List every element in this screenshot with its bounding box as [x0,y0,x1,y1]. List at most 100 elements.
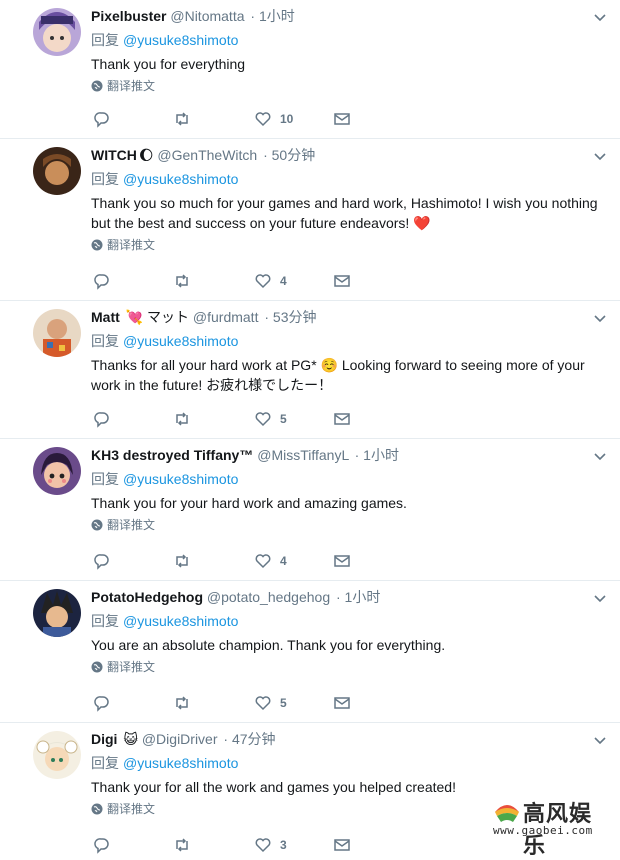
reply-label: 回复 [91,32,119,48]
mention-link[interactable]: @yusuke8shimoto [123,333,238,349]
retweet-button[interactable] [173,551,191,571]
reply-icon [94,838,109,854]
avatar[interactable] [33,447,81,495]
reply-button[interactable] [93,409,111,429]
reply-label: 回复 [91,471,119,487]
message-button[interactable] [333,693,351,713]
timestamp[interactable]: · 1小时 [250,8,294,24]
like-button[interactable]: 10 [254,109,293,129]
mention-link[interactable]: @yusuke8shimoto [123,471,238,487]
avatar[interactable] [33,731,81,779]
user-handle[interactable]: @furdmatt [193,309,259,325]
reply-button[interactable] [93,551,111,571]
reply-label: 回复 [91,755,119,771]
display-name[interactable]: PotatoHedgehog [91,589,203,605]
user-handle[interactable]: @DigiDriver [142,731,218,747]
tweet-3[interactable]: Matt 💘 マット @furdmatt · 53分钟 回复 @yusuke8sh… [0,301,620,439]
tweet-text: Thank you so much for your games and har… [91,195,598,231]
tweet-header: Pixelbuster @Nitomatta · 1小时 [91,6,600,26]
like-count: 5 [280,412,287,426]
chevron-down-icon[interactable] [593,10,607,24]
reply-button[interactable] [93,271,111,291]
user-handle[interactable]: @GenTheWitch [157,147,257,163]
globe-icon [91,239,103,251]
tweet-1[interactable]: Pixelbuster @Nitomatta · 1小时 回复 @yusuke8s… [0,0,620,139]
message-button[interactable] [333,271,351,291]
like-button[interactable]: 5 [254,409,287,429]
retweet-button[interactable] [173,271,191,291]
envelope-icon [334,275,350,287]
tweet-5[interactable]: PotatoHedgehog @potato_hedgehog · 1小时 回复… [0,581,620,723]
mention-link[interactable]: @yusuke8shimoto [123,755,238,771]
translate-tweet-link[interactable]: 翻译推文 [91,78,600,94]
message-button[interactable] [333,835,351,855]
reply-button[interactable] [93,835,111,855]
chevron-down-icon[interactable] [593,733,607,747]
timestamp[interactable]: · 53分钟 [264,309,316,325]
retweet-icon [176,696,188,710]
display-name[interactable]: Pixelbuster [91,8,166,24]
chevron-down-icon[interactable] [593,149,607,163]
timestamp[interactable]: · 50分钟 [263,147,315,163]
avatar[interactable] [33,147,81,195]
reply-icon [94,554,109,570]
envelope-icon [334,697,350,709]
reply-to: 回复 @yusuke8shimoto [91,169,600,189]
display-name[interactable]: KH3 destroyed Tiffany™ [91,447,253,463]
translate-tweet-link[interactable]: 翻译推文 [91,517,600,533]
reply-label: 回复 [91,171,119,187]
mention-link[interactable]: @yusuke8shimoto [123,32,238,48]
avatar[interactable] [33,309,81,357]
retweet-icon [176,112,188,126]
tweet-text: Thank you for your hard work and amazing… [91,495,407,511]
user-handle[interactable]: @potato_hedgehog [207,589,330,605]
avatar-image [33,147,81,195]
display-name[interactable]: Digi [91,731,117,747]
reply-label: 回复 [91,333,119,349]
chevron-down-icon[interactable] [593,311,607,325]
retweet-icon [176,412,188,426]
reply-button[interactable] [93,109,111,129]
tweet-4[interactable]: KH3 destroyed Tiffany™ @MissTiffanyL · 1… [0,439,620,581]
display-name[interactable]: Matt [91,309,120,325]
heart-icon [255,112,271,127]
message-button[interactable] [333,109,351,129]
tweet-2[interactable]: WITCH 🌔 @GenTheWitch · 50分钟 回复 @yusuke8shi… [0,139,620,301]
chevron-down-icon[interactable] [593,591,607,605]
timestamp[interactable]: · 1小时 [355,447,399,463]
reply-icon [94,696,109,712]
timestamp[interactable]: · 1小时 [336,589,380,605]
globe-icon [91,519,103,531]
timestamp[interactable]: · 47分钟 [223,731,275,747]
like-button[interactable]: 4 [254,271,287,291]
retweet-button[interactable] [173,835,191,855]
watermark-logo-icon [495,805,519,822]
message-button[interactable] [333,551,351,571]
globe-icon [91,803,103,815]
reply-button[interactable] [93,693,111,713]
retweet-button[interactable] [173,109,191,129]
like-button[interactable]: 3 [254,835,287,855]
mention-link[interactable]: @yusuke8shimoto [123,613,238,629]
user-handle[interactable]: @Nitomatta [170,8,244,24]
tweet-header: PotatoHedgehog @potato_hedgehog · 1小时 [91,587,600,607]
avatar[interactable] [33,8,81,56]
display-name[interactable]: WITCH [91,147,137,163]
message-button[interactable] [333,409,351,429]
translate-label: 翻译推文 [107,238,156,252]
like-button[interactable]: 4 [254,551,287,571]
avatar[interactable] [33,589,81,637]
chevron-down-icon[interactable] [593,449,607,463]
mention-link[interactable]: @yusuke8shimoto [123,171,238,187]
translate-tweet-link[interactable]: 翻译推文 [91,237,600,253]
retweet-button[interactable] [173,409,191,429]
heart-icon [255,696,271,711]
user-handle[interactable]: @MissTiffanyL [257,447,349,463]
reply-label: 回复 [91,613,119,629]
heart-icon [255,274,271,289]
retweet-button[interactable] [173,693,191,713]
translate-tweet-link[interactable]: 翻译推文 [91,659,600,675]
reply-icon [94,112,109,128]
heart-icon [255,412,271,427]
like-button[interactable]: 5 [254,693,287,713]
